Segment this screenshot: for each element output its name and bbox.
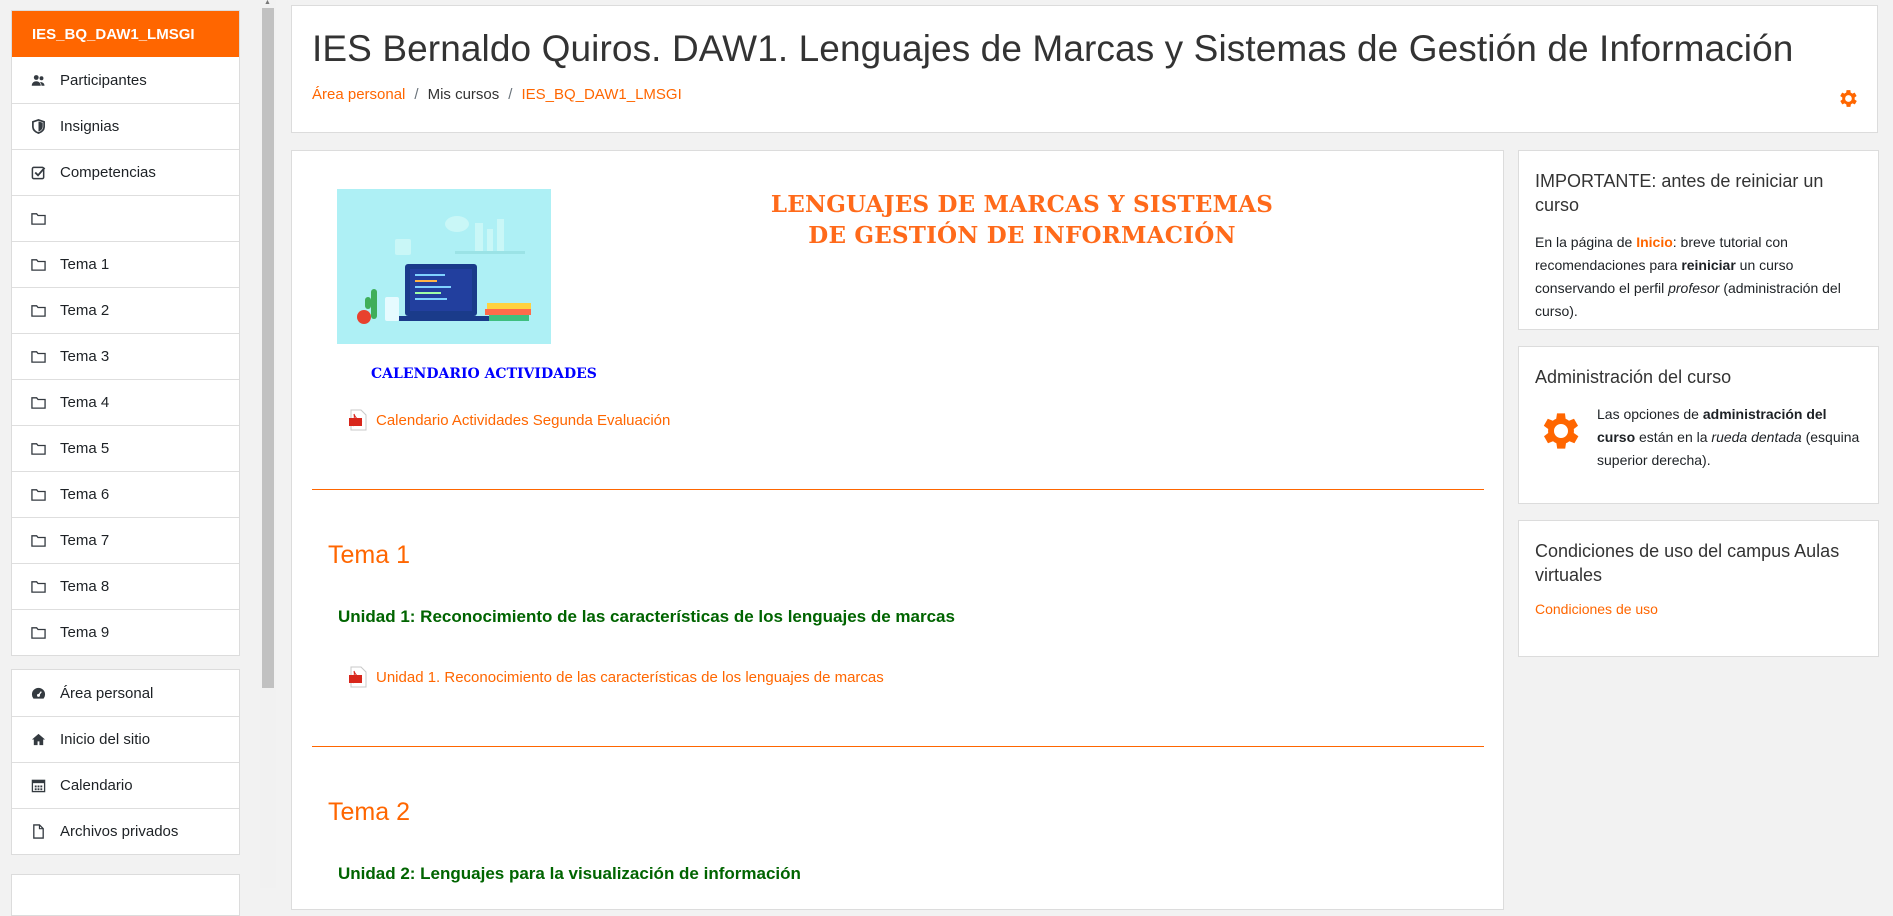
folder-icon [31,211,53,226]
nav-item-area-personal[interactable]: Área personal [12,670,239,716]
breadcrumb: Área personal / Mis cursos / IES_BQ_DAW1… [312,86,682,103]
folder-icon [31,395,53,410]
nav-item-label: Insignias [60,118,120,135]
calendar-title: CALENDARIO ACTIVIDADES [371,366,597,382]
block-terms-of-use: Condiciones de uso del campus Aulas virt… [1518,520,1879,657]
folder-icon [31,487,53,502]
block-course-admin: Administración del curso Las opciones de… [1518,346,1879,504]
section-title-tema-1[interactable]: Tema 1 [328,541,410,570]
nav-item-tema-2[interactable]: Tema 2 [12,287,239,333]
checkbox-icon [31,165,53,180]
nav-item-label: Inicio del sitio [60,731,151,748]
folder-icon [31,303,53,318]
nav-item-label: Tema 7 [60,532,110,549]
folder-icon [31,441,53,456]
nav-item-archivos-privados[interactable]: Archivos privados [12,808,239,854]
inicio-link[interactable]: Inicio [1636,234,1673,250]
folder-icon [31,625,53,640]
home-icon [31,732,53,747]
drawer-scrollbar-thumb[interactable] [262,8,274,688]
course-nav-block: IES_BQ_DAW1_LMSGI Participantes Insignias… [11,10,240,656]
folder-icon [31,349,53,364]
breadcrumb-separator: / [508,86,513,103]
course-banner-image [337,189,551,344]
nav-item-label: Área personal [60,684,154,702]
folder-icon [31,257,53,272]
nav-item-label: Archivos privados [60,823,179,840]
nav-item-label: Tema 8 [60,578,110,595]
course-heading: LENGUAJES DE MARCAS Y SISTEMAS DE GESTIÓ… [732,189,1312,251]
course-short-name[interactable]: IES_BQ_DAW1_LMSGI [12,11,239,57]
course-illustration [337,189,551,344]
nav-item-label: Tema 1 [60,256,110,273]
unit-2-heading: Unidad 2: Lenguajes para la visualizació… [338,864,801,883]
terms-of-use-link[interactable]: Condiciones de uso [1535,601,1658,617]
nav-item-tema-1[interactable]: Tema 1 [12,241,239,287]
block-important-text: En la página de Inicio: breve tutorial c… [1535,234,1841,319]
breadcrumb-dashboard[interactable]: Área personal [312,86,405,103]
settings-gear-icon[interactable] [1836,87,1859,110]
nav-item-label: Tema 3 [60,348,110,365]
nav-item-label: Tema 5 [60,440,110,457]
section-divider [312,746,1484,747]
resource-unit-1-label: Unidad 1. Reconocimiento de las caracter… [376,668,884,686]
dashboard-icon [31,686,53,701]
nav-item-insignias[interactable]: Insignias [12,103,239,149]
nav-item-tema-7[interactable]: Tema 7 [12,517,239,563]
gear-icon [1543,413,1579,449]
nav-item-label: Competencias [60,164,156,181]
page-header: IES Bernaldo Quiros. DAW1. Lenguajes de … [291,5,1878,133]
nav-item-tema-6[interactable]: Tema 6 [12,471,239,517]
block-important: IMPORTANTE: antes de reiniciar un curso … [1518,150,1879,330]
section-title-tema-2[interactable]: Tema 2 [328,798,410,827]
course-content: LENGUAJES DE MARCAS Y SISTEMAS DE GESTIÓ… [291,150,1504,910]
breadcrumb-my-courses: Mis cursos [427,86,500,103]
nav-item-tema-9[interactable]: Tema 9 [12,609,239,655]
nav-item-label: Tema 2 [60,302,110,319]
nav-item-label: Participantes [60,71,147,89]
folder-icon [31,533,53,548]
nav-item-section-0[interactable] [12,195,239,241]
calendar-icon [31,778,53,793]
users-icon [31,73,53,88]
breadcrumb-separator: / [414,86,419,103]
file-icon [31,824,53,839]
resource-calendar-label: Calendario Actividades Segunda Evaluació… [376,411,671,429]
nav-item-tema-5[interactable]: Tema 5 [12,425,239,471]
nav-item-label: Calendario [60,777,133,794]
block-terms-title: Condiciones de uso del campus Aulas virt… [1535,541,1840,585]
resource-unit-1-link[interactable]: Unidad 1. Reconocimiento de las caracter… [348,666,884,688]
page-title: IES Bernaldo Quiros. DAW1. Lenguajes de … [312,28,1794,69]
block-admin-text: Las opciones de administración del curso… [1597,406,1860,468]
scroll-up-arrow-icon[interactable]: ▲ [264,0,272,6]
nav-item-label: Tema 4 [60,394,110,411]
nav-item-tema-8[interactable]: Tema 8 [12,563,239,609]
unit-1-heading: Unidad 1: Reconocimiento de las caracter… [338,607,955,626]
nav-item-competencias[interactable]: Competencias [12,149,239,195]
course-heading-line-1: LENGUAJES DE MARCAS Y SISTEMAS [770,191,1274,218]
folder-icon [31,579,53,594]
nav-item-inicio-del-sitio[interactable]: Inicio del sitio [12,716,239,762]
course-heading-line-2: DE GESTIÓN DE INFORMACIÓN [808,222,1236,249]
nav-item-label: Tema 6 [60,486,110,503]
block-admin-title: Administración del curso [1535,367,1732,387]
section-divider [312,489,1484,490]
nav-item-participantes[interactable]: Participantes [12,57,239,103]
pdf-icon [349,409,367,431]
shield-icon [31,119,53,134]
pdf-icon [349,666,367,688]
nav-item-label: Tema 9 [60,624,110,641]
nav-item-calendario[interactable]: Calendario [12,762,239,808]
nav-item-tema-3[interactable]: Tema 3 [12,333,239,379]
nav-drawer: IES_BQ_DAW1_LMSGI Participantes Insignias… [0,0,262,916]
nav-item-tema-4[interactable]: Tema 4 [12,379,239,425]
block-important-title: IMPORTANTE: antes de reiniciar un curso [1535,171,1824,215]
resource-calendar-link[interactable]: Calendario Actividades Segunda Evaluació… [348,409,670,431]
breadcrumb-course[interactable]: IES_BQ_DAW1_LMSGI [521,86,681,103]
nav-block-more [11,874,240,916]
general-nav-block: Área personal Inicio del sitio Calendario A… [11,669,240,855]
